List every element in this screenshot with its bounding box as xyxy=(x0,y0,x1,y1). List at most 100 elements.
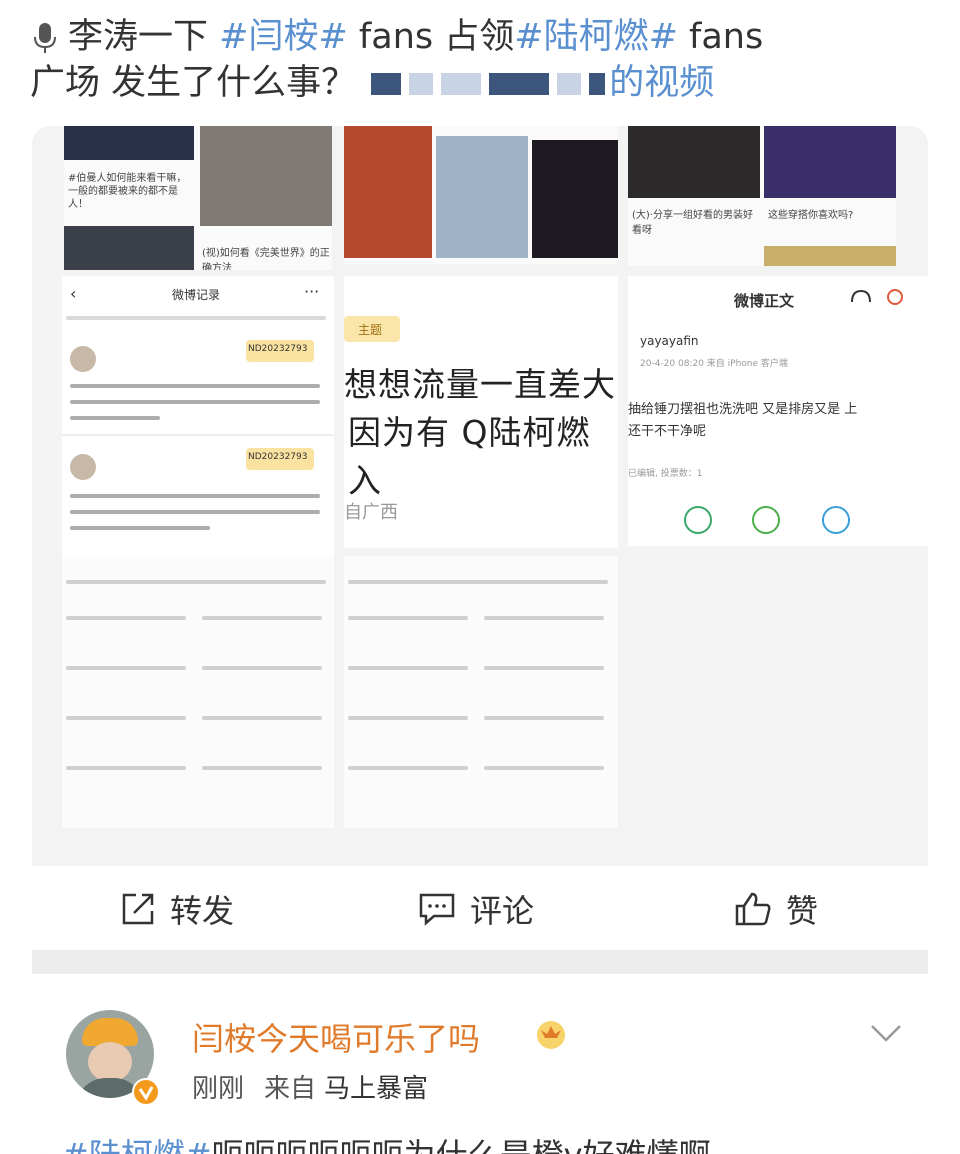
image-block xyxy=(628,126,760,198)
divider xyxy=(32,950,928,974)
post-item: 闫桉今天喝可乐了吗 刚刚来自马上暴富 #陆柯燃#呃呃呃呃呃呃为什么是橙v好难懂啊 xyxy=(32,974,928,1154)
panel-title: 微博正文 xyxy=(734,292,795,310)
comment-text: 还干不干净呢 xyxy=(628,424,707,439)
screenshot-collage xyxy=(62,556,334,828)
comment-text: 抽给锤刀摆祖也洗洗吧 又是排房又是 上 xyxy=(628,402,858,417)
panel-title: 微博记录 xyxy=(172,288,221,302)
wechat-icon[interactable] xyxy=(684,506,712,534)
image-tile[interactable]: #伯曼人如何能来看干嘛，一般的都要被来的都不是人！ (视)如何看《完美世界》的正… xyxy=(64,126,332,270)
image-block xyxy=(764,246,896,266)
location-label: 自广西 xyxy=(344,502,398,523)
text-placeholder xyxy=(348,616,468,620)
text-placeholder xyxy=(202,666,322,670)
more-icon[interactable]: ··· xyxy=(304,282,319,301)
post-time: 刚刚 xyxy=(192,1074,245,1104)
post-source[interactable]: 马上暴富 xyxy=(324,1074,428,1104)
image-block xyxy=(532,140,618,258)
comment-label: 评论 xyxy=(470,892,535,930)
text-placeholder xyxy=(66,616,186,620)
microphone-icon xyxy=(34,23,56,53)
verified-badge-icon xyxy=(132,1078,160,1106)
caption: 李涛一下 #闫桉# fans 占领#陆柯燃# fans 广场 发生了什么事？ 的… xyxy=(30,14,930,106)
text-placeholder xyxy=(484,766,604,770)
post-text: 呃呃呃呃呃呃为什么是橙v好难懂啊 xyxy=(212,1136,711,1154)
text-placeholder xyxy=(70,494,320,498)
redaction-mark xyxy=(589,73,606,95)
hashtag-link[interactable]: #陆柯燃# xyxy=(62,1136,212,1154)
hashtag-link[interactable]: #陆柯燃# xyxy=(514,17,678,57)
screenshot-panel-left: ‹ 微博记录 ··· ND20232793 ND20232793 xyxy=(62,276,334,566)
chevron-down-icon[interactable] xyxy=(868,1022,904,1044)
video-link[interactable]: 的视频 xyxy=(609,63,714,103)
image-block xyxy=(436,136,528,258)
comment-username[interactable]: yayayafin xyxy=(640,334,699,348)
divider xyxy=(62,434,334,436)
redaction-mark xyxy=(371,73,402,95)
tile-caption: (视)如何看《完美世界》的正确方法 xyxy=(202,248,330,270)
back-icon[interactable]: ‹ xyxy=(70,284,76,303)
text-placeholder xyxy=(484,666,604,670)
text-placeholder xyxy=(66,666,186,670)
moments-icon[interactable] xyxy=(752,506,780,534)
weibo-card: #伯曼人如何能来看干嘛，一般的都要被来的都不是人！ (视)如何看《完美世界》的正… xyxy=(32,126,928,1154)
screenshot-collage xyxy=(344,556,618,828)
redaction-mark xyxy=(557,73,582,95)
text-placeholder xyxy=(202,766,322,770)
listen-icon[interactable] xyxy=(850,288,872,306)
text-placeholder xyxy=(348,666,468,670)
image-block xyxy=(64,126,194,160)
comment-button[interactable]: 评论 xyxy=(418,886,534,932)
text-placeholder xyxy=(202,716,322,720)
tile-caption: 这些穿搭你喜欢吗? xyxy=(768,210,854,221)
text-placeholder xyxy=(70,510,320,514)
like-label: 赞 xyxy=(786,892,819,930)
source-prefix: 来自 xyxy=(264,1074,317,1104)
tile-caption: #伯曼人如何能来看干嘛，一般的都要被来的都不是人！ xyxy=(68,173,187,210)
share-icon[interactable] xyxy=(884,288,906,306)
caption-line2: 广场 发生了什么事？ xyxy=(30,63,357,103)
comment-icon xyxy=(419,893,455,926)
screenshot-panel-right: 微博正文 yayayafin 20-4-20 08:20 来自 iPhone 客… xyxy=(628,276,928,546)
like-button[interactable]: 赞 xyxy=(734,886,818,932)
image-block xyxy=(344,126,432,258)
hashtag-link[interactable]: #闫桉# xyxy=(219,17,348,57)
text-placeholder xyxy=(70,400,320,404)
thumbs-up-icon xyxy=(735,892,771,926)
image-tile[interactable]: (大)·分享一组好看的男装好看呀 这些穿搭你喜欢吗? xyxy=(628,126,896,266)
text-placeholder xyxy=(66,580,326,584)
text-placeholder xyxy=(70,526,210,530)
topic-label: 主题 xyxy=(358,323,383,337)
image-block xyxy=(200,126,332,226)
redaction-mark xyxy=(409,73,434,95)
comment-sub: 已编辑, 投票数：1 xyxy=(628,469,703,479)
redaction-mark xyxy=(441,73,482,95)
text-placeholder xyxy=(484,716,604,720)
avatar xyxy=(70,454,96,480)
repost-label: 转发 xyxy=(170,892,235,930)
post-line: 因为有 Q陆柯燃入 xyxy=(348,413,591,500)
post-meta: 刚刚 来自 马上暴富 xyxy=(192,1068,448,1105)
text-placeholder xyxy=(348,766,468,770)
text-placeholder xyxy=(202,616,322,620)
caption-suffix: fans xyxy=(677,17,764,57)
caption-mid: fans 占领 xyxy=(347,17,515,57)
crown-icon xyxy=(537,1021,565,1049)
image-tile[interactable] xyxy=(344,126,618,264)
text-placeholder xyxy=(348,716,468,720)
text-placeholder xyxy=(66,716,186,720)
action-bar: 转发 评论 赞 xyxy=(32,866,928,950)
post-body: #陆柯燃#呃呃呃呃呃呃为什么是橙v好难懂啊 xyxy=(62,1130,711,1154)
post-username[interactable]: 闫桉今天喝可乐了吗 xyxy=(192,1014,480,1060)
text-placeholder xyxy=(66,316,326,320)
qq-icon[interactable] xyxy=(822,506,850,534)
post-line: 想想流量一直差大 xyxy=(344,365,616,404)
image-block xyxy=(764,126,896,198)
note-id: ND20232793 xyxy=(248,452,308,462)
repost-icon xyxy=(122,893,154,925)
text-placeholder xyxy=(70,416,160,420)
repost-button[interactable]: 转发 xyxy=(120,886,234,932)
text-placeholder xyxy=(348,580,608,584)
screenshot-panel-center: 主题 想想流量一直差大 因为有 Q陆柯燃入 自广西 xyxy=(344,276,618,548)
tile-caption: (大)·分享一组好看的男装好看呀 xyxy=(632,210,753,236)
face xyxy=(88,1042,132,1082)
